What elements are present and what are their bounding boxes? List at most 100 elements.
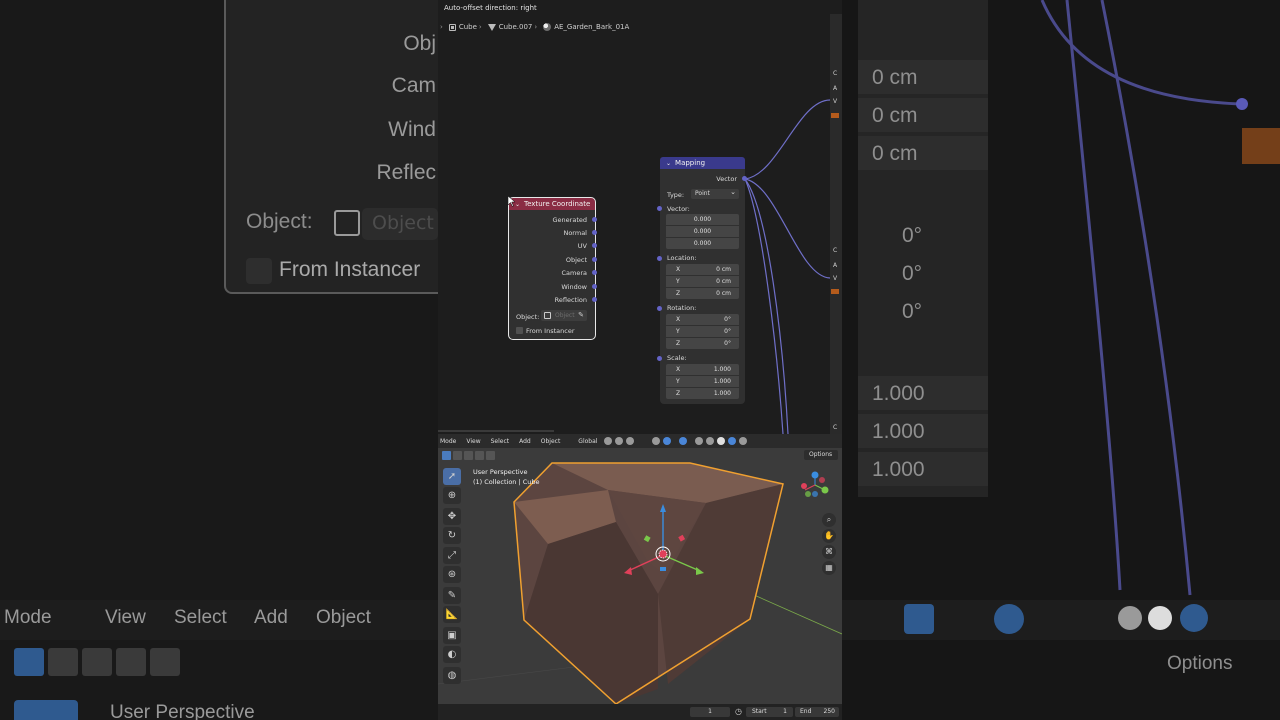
bg-gizmo-btn	[904, 604, 934, 634]
output-reflection: Reflection	[554, 296, 587, 304]
start-frame-field[interactable]: Start 1	[746, 707, 793, 717]
bg-options: Options	[1167, 653, 1233, 674]
transform-tool-icon[interactable]: ⊛	[443, 566, 461, 583]
bg-checkbox	[246, 258, 272, 284]
field-value: 0 cm	[716, 266, 731, 273]
scale-y-field[interactable]: Y 1.000	[666, 376, 739, 387]
output-socket[interactable]	[592, 270, 597, 275]
field-value: 0°	[724, 316, 731, 323]
rotation-x-field[interactable]: X 0°	[666, 314, 739, 325]
output-socket[interactable]	[592, 257, 597, 262]
bg-orange-socket	[1242, 128, 1280, 164]
output-object: Object	[565, 256, 587, 264]
bg-overlay-btn	[994, 604, 1024, 634]
cursor-tool-icon[interactable]: ⊕	[443, 487, 461, 504]
from-instancer-checkbox[interactable]	[516, 327, 523, 334]
node-title: Texture Coordinate	[524, 200, 591, 208]
3d-viewport[interactable]: Mode View Select Add Object Global Optio…	[438, 434, 842, 704]
input-socket[interactable]	[657, 206, 662, 211]
eyedropper-icon[interactable]: ✎	[578, 311, 584, 319]
mapping-node[interactable]: ⌄ Mapping Vector Type: Point Vector: 0.0…	[657, 157, 747, 404]
field-value: 0.000	[693, 240, 712, 247]
camera-view-icon[interactable]: ⌘	[822, 545, 836, 559]
input-socket[interactable]	[657, 306, 662, 311]
scale-x-field[interactable]: X 1.000	[666, 364, 739, 375]
output-camera: Camera	[561, 269, 587, 277]
current-frame-field[interactable]: 1	[690, 707, 730, 717]
field-value: 0 cm	[716, 278, 731, 285]
object-field[interactable]: Object ✎	[541, 310, 587, 321]
add-cube-tool-icon[interactable]: ▣	[443, 627, 461, 644]
viewport-collection-label: (1) Collection | Cube	[473, 478, 540, 486]
rotate-tool-icon[interactable]: ↻	[443, 527, 461, 544]
end-frame-field[interactable]: End 250	[795, 707, 839, 717]
field-value: 0.000	[693, 216, 712, 223]
axis-label: Z	[676, 290, 681, 297]
sculpt-tool-icon[interactable]: ◍	[443, 667, 461, 684]
grid-view-icon[interactable]: ▦	[822, 561, 836, 575]
bg-label: Reflec	[376, 161, 436, 184]
select-tool-icon[interactable]: ➚	[443, 468, 461, 485]
output-socket[interactable]	[592, 243, 597, 248]
bg-menu: Select	[174, 607, 227, 628]
zoom-icon[interactable]: ⌕	[822, 513, 836, 527]
bg-object-placeholder: Object	[372, 212, 434, 234]
bg-label: Cam	[391, 74, 436, 97]
axis-label: Y	[676, 278, 680, 285]
chevron-down-icon[interactable]: ⌄	[666, 160, 671, 167]
shading-tool-icon[interactable]: ◐	[443, 646, 461, 663]
node-header[interactable]: ⌄ Mapping	[660, 157, 745, 169]
rotation-y-field[interactable]: Y 0°	[666, 326, 739, 337]
vector-field[interactable]: 0.000	[666, 226, 739, 237]
axis-label: Y	[676, 378, 680, 385]
field-value: 1.000	[713, 366, 731, 373]
annotate-tool-icon[interactable]: ✎	[443, 587, 461, 604]
bg-object-label: Object:	[246, 210, 313, 233]
output-socket[interactable]	[592, 297, 597, 302]
pan-hand-icon[interactable]: ✋	[822, 529, 836, 543]
node-links	[744, 99, 831, 434]
output-socket[interactable]	[592, 230, 597, 235]
type-dropdown[interactable]: Point	[691, 187, 739, 199]
output-socket[interactable]	[592, 284, 597, 289]
vector-field[interactable]: 0.000	[666, 238, 739, 249]
bg-from-instancer: From Instancer	[279, 258, 421, 281]
screen: { "background": { "left": { "labels": ["…	[0, 0, 1280, 720]
scale-tool-icon[interactable]: ⤢	[443, 547, 461, 564]
output-socket[interactable]	[592, 217, 597, 222]
location-y-field[interactable]: Y 0 cm	[666, 276, 739, 287]
scale-z-field[interactable]: Z 1.000	[666, 388, 739, 399]
output-uv: UV	[577, 242, 587, 250]
field-value: 1.000	[713, 378, 731, 385]
bg-label: Wind	[388, 118, 436, 141]
rotation-z-field[interactable]: Z 0°	[666, 338, 739, 349]
timeline-bar: 1 ◷ Start 1 End 250	[438, 704, 842, 720]
texture-coordinate-node[interactable]: ⌄ Texture Coordinate Generated Normal UV…	[508, 197, 597, 340]
output-window: Window	[561, 283, 587, 291]
shader-node-editor[interactable]: Auto-offset direction: right › Cube › Cu…	[438, 0, 842, 434]
axis-label: X	[676, 366, 681, 373]
scale-label: Scale:	[667, 354, 687, 362]
start-value: 1	[783, 708, 787, 715]
node-header[interactable]: ⌄ Texture Coordinate	[509, 198, 595, 210]
measure-tool-icon[interactable]: 📐	[443, 606, 461, 623]
bg-tool-button	[14, 700, 78, 720]
type-label: Type:	[667, 191, 685, 199]
output-normal: Normal	[563, 229, 587, 237]
move-tool-icon[interactable]: ✥	[443, 508, 461, 525]
location-z-field[interactable]: Z 0 cm	[666, 288, 739, 299]
clock-icon[interactable]: ◷	[735, 707, 742, 716]
location-x-field[interactable]: X 0 cm	[666, 264, 739, 275]
vector-label: Vector:	[667, 205, 690, 213]
blender-window: Auto-offset direction: right › Cube › Cu…	[438, 0, 842, 720]
vector-field[interactable]: 0.000	[666, 214, 739, 225]
output-socket[interactable]	[742, 176, 747, 181]
field-value: 0°	[724, 328, 731, 335]
input-socket[interactable]	[657, 256, 662, 261]
field-value: 0.000	[693, 228, 712, 235]
output-generated: Generated	[552, 216, 587, 224]
axis-label: X	[676, 316, 681, 323]
input-socket[interactable]	[657, 356, 662, 361]
bg-shading	[1148, 606, 1172, 630]
background-right: 0 cm 0 cm 0 cm 0° 0° 0° 1.000 1.000 1.00…	[842, 0, 1280, 720]
